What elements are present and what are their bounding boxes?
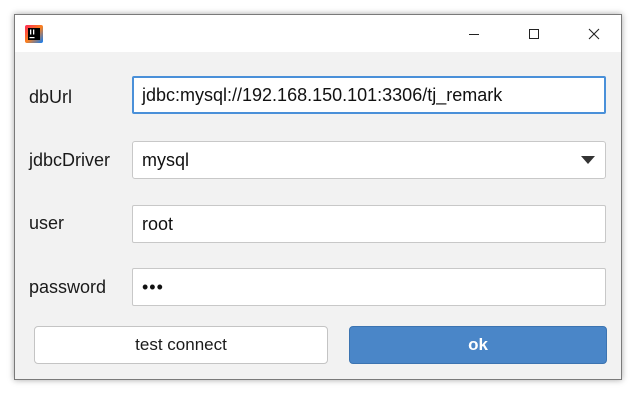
- dropdown-arrow-icon: [581, 156, 595, 164]
- dburl-label: dbUrl: [29, 87, 73, 107]
- maximize-button[interactable]: [511, 15, 557, 52]
- close-button[interactable]: [571, 15, 617, 52]
- minimize-button[interactable]: [451, 15, 497, 52]
- ok-button[interactable]: ok: [349, 326, 607, 364]
- password-input[interactable]: •••: [132, 268, 606, 306]
- jdbc-driver-value: mysql: [142, 150, 190, 170]
- minimize-icon: [469, 33, 479, 35]
- test-connect-button[interactable]: test connect: [34, 326, 328, 364]
- app-icon: [25, 25, 43, 43]
- user-label: user: [29, 213, 65, 233]
- password-label: password: [29, 277, 107, 297]
- user-input[interactable]: root: [132, 205, 606, 243]
- dburl-input[interactable]: jdbc:mysql://192.168.150.101:3306/tj_rem…: [132, 76, 606, 114]
- connection-dialog: dbUrl jdbc:mysql://192.168.150.101:3306/…: [14, 14, 622, 380]
- jdbc-driver-label: jdbcDriver: [29, 150, 111, 170]
- title-bar: [15, 15, 621, 52]
- close-icon: [588, 28, 600, 39]
- maximize-icon: [529, 28, 539, 39]
- jdbc-driver-select[interactable]: mysql: [132, 141, 606, 179]
